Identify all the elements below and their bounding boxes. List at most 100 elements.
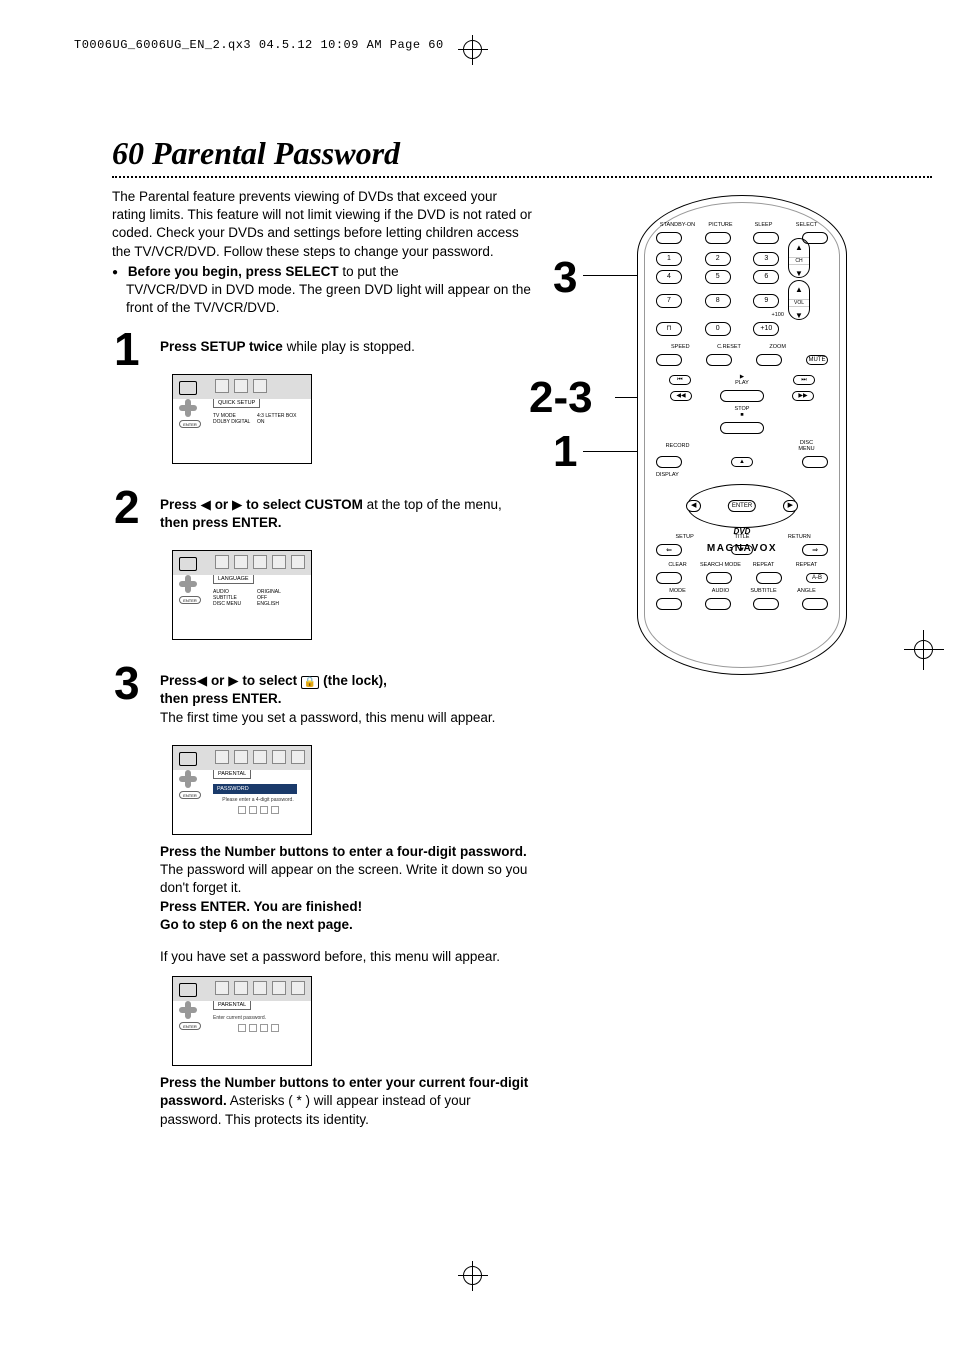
button-search-mode[interactable] — [706, 572, 732, 584]
intro-paragraph: The Parental feature prevents viewing of… — [112, 188, 532, 318]
button-record[interactable] — [656, 456, 682, 468]
button-mute[interactable]: MUTE — [806, 355, 828, 365]
button-nav-up[interactable]: ▲ — [731, 457, 753, 467]
enter-icon: ENTER — [179, 596, 201, 604]
osd-tab-label: QUICK SETUP — [213, 399, 260, 408]
osd-digit-boxes — [213, 806, 303, 814]
print-header: T0006UG_6006UG_EN_2.qx3 04.5.12 10:09 AM… — [74, 38, 444, 52]
remote-brand: MAGNAVOX — [638, 543, 846, 554]
button-7[interactable]: 7 — [656, 294, 682, 308]
dpad-icon — [179, 770, 197, 788]
lock-icon: 🔒 — [301, 676, 319, 689]
page-title: 60 Parental Password — [112, 135, 532, 172]
button-0[interactable]: 0 — [705, 322, 731, 336]
button-angle[interactable] — [802, 598, 828, 610]
button-8[interactable]: 8 — [705, 294, 731, 308]
step-3-body-2: If you have set a password before, this … — [160, 948, 532, 966]
registration-mark-bottom — [458, 1261, 488, 1291]
vol-down-icon: ▼ — [789, 307, 809, 325]
vol-up-icon: ▲ — [789, 281, 809, 299]
label-mode: MODE — [656, 588, 699, 594]
tv-icon — [179, 381, 197, 395]
step-1-number: 1 — [114, 322, 140, 376]
tv-icon — [179, 983, 197, 997]
dpad-icon — [179, 575, 197, 593]
label-speed: SPEED — [656, 344, 705, 350]
button-speed[interactable] — [656, 354, 682, 366]
button-prev-icon[interactable]: ⏮ — [669, 375, 691, 385]
button-zoom[interactable] — [756, 354, 782, 366]
osd-screenshot-parental-existing: ENTER PARENTAL Enter current password. — [172, 976, 312, 1066]
button-tc[interactable]: ⊓ — [656, 322, 682, 336]
callout-line — [583, 451, 641, 452]
label-picture: PICTURE — [699, 222, 742, 228]
dpad-icon — [179, 399, 197, 417]
nav-ring: ◀ ENTER ▶ — [687, 484, 797, 528]
step-1: 1 Press SETUP twice while play is stoppe… — [112, 336, 532, 356]
label-sleep: SLEEP — [742, 222, 785, 228]
button-audio[interactable] — [705, 598, 731, 610]
button-nav-left[interactable]: ◀ — [686, 500, 701, 512]
volume-rocker[interactable]: ▲ VOL ▼ — [788, 280, 810, 320]
callout-3: 3 — [553, 253, 577, 303]
button-nav-right[interactable]: ▶ — [783, 500, 798, 512]
label-repeat-ab: REPEAT — [785, 562, 828, 568]
button-repeat[interactable] — [756, 572, 782, 584]
label-repeat: REPEAT — [742, 562, 785, 568]
osd-screenshot-language: ENTER LANGUAGE AUDIOORIGINAL SUBTITLEOFF… — [172, 550, 312, 640]
step-1-text: Press SETUP twice while play is stopped. — [160, 336, 532, 356]
tv-icon — [179, 557, 197, 571]
button-standby[interactable] — [656, 232, 682, 244]
osd-tab-icons — [215, 555, 305, 569]
button-plus10[interactable]: +10 — [753, 322, 779, 336]
button-subtitle[interactable] — [753, 598, 779, 610]
button-6[interactable]: 6 — [753, 270, 779, 284]
button-enter[interactable]: ENTER — [728, 500, 756, 512]
channel-rocker[interactable]: ▲ CH ▼ — [788, 238, 810, 278]
ch-up-icon: ▲ — [789, 239, 809, 257]
label-clear: CLEAR — [656, 562, 699, 568]
label-disc-menu: DISC MENU — [785, 440, 828, 452]
registration-mark-top — [458, 35, 488, 65]
registration-mark-right — [904, 630, 944, 670]
button-sleep[interactable] — [753, 232, 779, 244]
button-disc-menu[interactable] — [802, 456, 828, 468]
label-standby: STANDBY-ON — [656, 222, 699, 228]
button-repeat-ab[interactable]: A-B — [806, 573, 828, 583]
button-picture[interactable] — [705, 232, 731, 244]
step-3-body-1: Press the Number buttons to enter a four… — [160, 843, 532, 934]
osd-tab-label: PARENTAL — [213, 770, 251, 779]
button-play[interactable] — [720, 390, 764, 402]
label-creset: C.RESET — [705, 344, 754, 350]
enter-icon: ENTER — [179, 420, 201, 428]
button-stop[interactable] — [720, 422, 764, 434]
enter-icon: ENTER — [179, 791, 201, 799]
button-ffwd-icon[interactable]: ▶▶ — [792, 391, 814, 401]
osd-tab-icons — [215, 981, 305, 995]
bullet-continuation: TV/VCR/DVD in DVD mode. The green DVD li… — [112, 281, 532, 317]
step-3-number: 3 — [114, 656, 140, 710]
osd-screenshot-parental-new: ENTER PARENTAL PASSWORD Please enter a 4… — [172, 745, 312, 835]
label-stop: STOP■ — [717, 406, 767, 418]
step-3-body-3: Press the Number buttons to enter your c… — [160, 1074, 532, 1129]
label-play: ▶PLAY — [717, 374, 767, 386]
button-rew-icon[interactable]: ◀◀ — [670, 391, 692, 401]
enter-icon: ENTER — [179, 1022, 201, 1030]
label-angle: ANGLE — [785, 588, 828, 594]
button-1[interactable]: 1 — [656, 252, 682, 266]
button-3[interactable]: 3 — [753, 252, 779, 266]
label-select: SELECT — [785, 222, 828, 228]
button-next-icon[interactable]: ⏭ — [793, 375, 815, 385]
button-9[interactable]: 9 — [753, 294, 779, 308]
osd-hint: Please enter a 4-digit password. — [213, 797, 303, 803]
button-mode[interactable] — [656, 598, 682, 610]
button-clear[interactable] — [656, 572, 682, 584]
step-3-text: Press◀ or ▶ to select 🔒 (the lock), then… — [160, 670, 532, 727]
button-creset[interactable] — [706, 354, 732, 366]
label-audio: AUDIO — [699, 588, 742, 594]
step-2-text: Press ◀ or ▶ to select CUSTOM at the top… — [160, 494, 532, 532]
button-2[interactable]: 2 — [705, 252, 731, 266]
button-4[interactable]: 4 — [656, 270, 682, 284]
button-5[interactable]: 5 — [705, 270, 731, 284]
osd-digit-boxes — [213, 1024, 303, 1032]
